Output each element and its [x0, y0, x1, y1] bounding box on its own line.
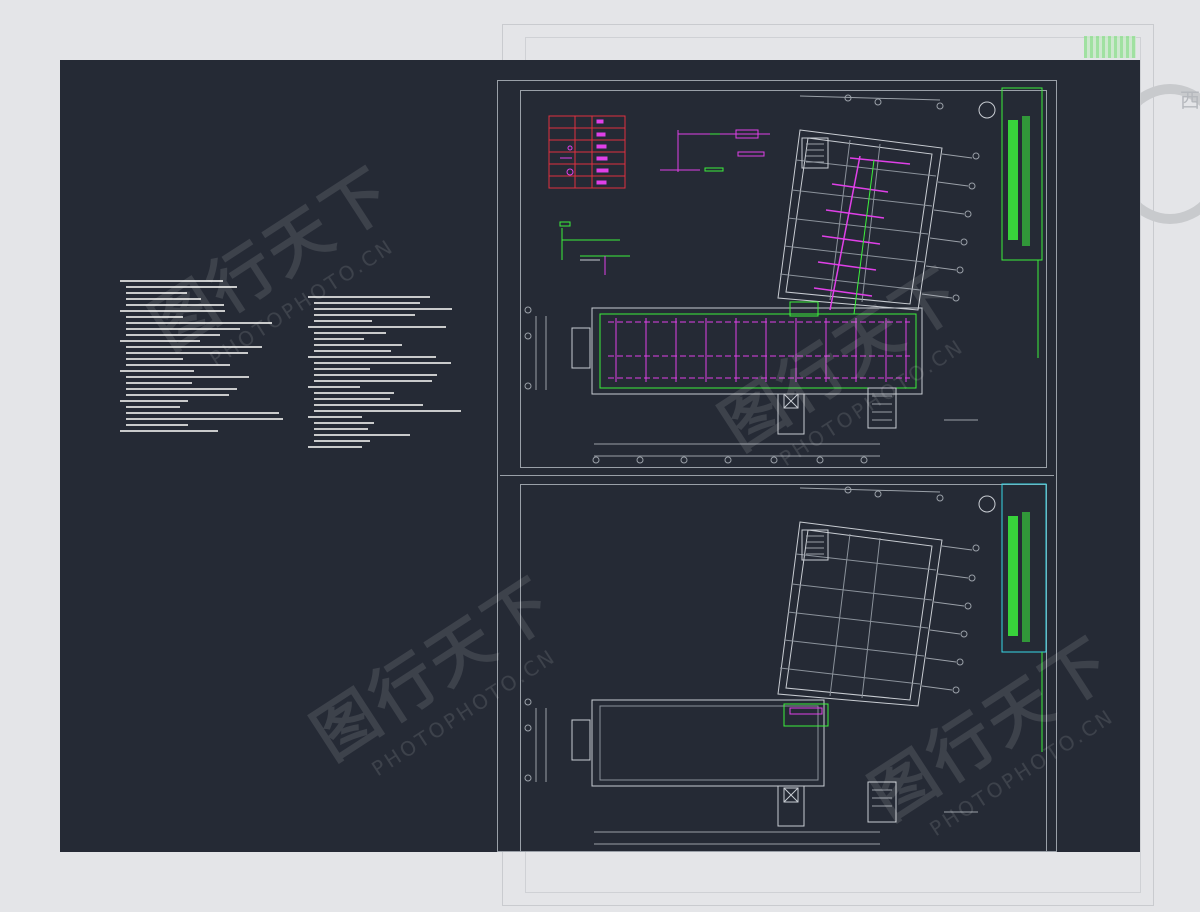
background-char-2: 西 [1180, 88, 1200, 112]
background-title-block [1084, 36, 1136, 58]
dimension-lines [524, 94, 980, 464]
lower-title-block [978, 483, 1047, 752]
riser-diagram [660, 129, 770, 172]
lower-horizontal-wing [571, 699, 897, 827]
legend-table [548, 115, 626, 189]
system-diagram [559, 221, 630, 275]
cad-drawing [524, 87, 1047, 845]
lower-dimension-lines [524, 486, 980, 845]
upper-floor-plan [524, 87, 1043, 464]
title-block [978, 87, 1043, 358]
cad-canvas[interactable]: 图行天下 PHOTOPHOTO.CN 图行天下 PHOTOPHOTO.CN 图行天下… [60, 60, 1140, 852]
lower-vertical-wing [777, 521, 943, 707]
horizontal-wing [571, 155, 923, 435]
lower-floor-plan [524, 483, 1047, 845]
